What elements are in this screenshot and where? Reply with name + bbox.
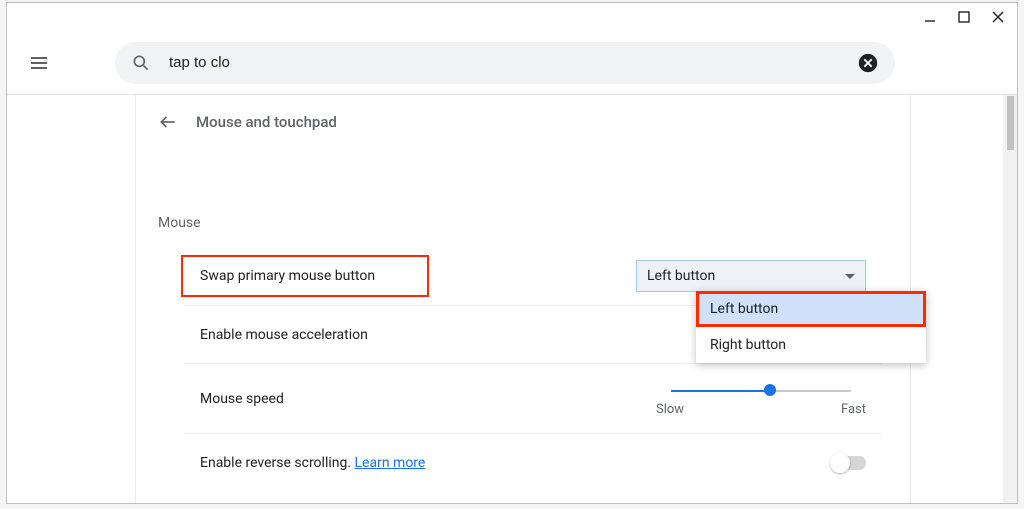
slider-max-label: Fast (841, 402, 866, 417)
search-input[interactable] (169, 54, 857, 71)
learn-more-link[interactable]: Learn more (355, 455, 426, 471)
swap-primary-select[interactable]: Left button (636, 260, 866, 292)
header-bar (7, 31, 1017, 95)
slider-labels: Slow Fast (656, 402, 866, 417)
row-label: Enable reverse scrolling. Learn more (200, 455, 425, 471)
chevron-down-icon (845, 274, 855, 279)
window-maximize-button[interactable] (955, 8, 973, 26)
toggle-knob (830, 453, 850, 473)
row-label-text: Enable reverse scrolling. (200, 455, 355, 471)
settings-list: Swap primary mouse button Left button Le… (184, 247, 882, 491)
reverse-scrolling-toggle[interactable] (832, 456, 866, 470)
settings-panel: Mouse and touchpad Mouse Swap primary mo… (135, 95, 911, 503)
swap-primary-dropdown: Left button Right button (696, 291, 926, 363)
scrollbar[interactable] (1003, 95, 1017, 503)
menu-button[interactable] (27, 51, 51, 75)
window-minimize-button[interactable] (921, 8, 939, 26)
window-titlebar (7, 3, 1017, 31)
row-label: Enable mouse acceleration (200, 327, 368, 343)
section-label: Mouse (158, 215, 201, 231)
page-title: Mouse and touchpad (196, 113, 337, 131)
slider-min-label: Slow (656, 402, 684, 417)
speed-slider-container: Slow Fast (656, 380, 866, 417)
minimize-icon (924, 11, 936, 23)
search-field[interactable] (115, 42, 895, 84)
speed-slider[interactable] (671, 386, 851, 396)
dropdown-option-right[interactable]: Right button (696, 327, 926, 363)
row-swap-primary: Swap primary mouse button Left button Le… (184, 247, 882, 305)
content-area: Mouse and touchpad Mouse Swap primary mo… (7, 95, 1017, 503)
slider-thumb[interactable] (764, 384, 776, 396)
arrow-left-icon (158, 112, 178, 132)
window-frame: Mouse and touchpad Mouse Swap primary mo… (6, 2, 1018, 504)
clear-search-button[interactable] (857, 52, 879, 74)
panel-header: Mouse and touchpad (136, 95, 910, 149)
slider-fill (671, 390, 770, 392)
clear-icon (857, 52, 879, 74)
row-label: Mouse speed (200, 391, 284, 407)
row-label: Swap primary mouse button (200, 268, 375, 284)
close-icon (992, 11, 1004, 23)
scrollbar-thumb[interactable] (1007, 96, 1014, 150)
hamburger-icon (27, 51, 51, 75)
maximize-icon (958, 11, 970, 23)
row-reverse-scrolling: Enable reverse scrolling. Learn more (184, 433, 882, 491)
dropdown-option-left[interactable]: Left button (696, 291, 926, 327)
back-button[interactable] (158, 112, 178, 132)
search-icon (131, 53, 151, 73)
select-value: Left button (647, 268, 715, 284)
row-mouse-speed: Mouse speed Slow Fast (184, 363, 882, 433)
window-close-button[interactable] (989, 8, 1007, 26)
